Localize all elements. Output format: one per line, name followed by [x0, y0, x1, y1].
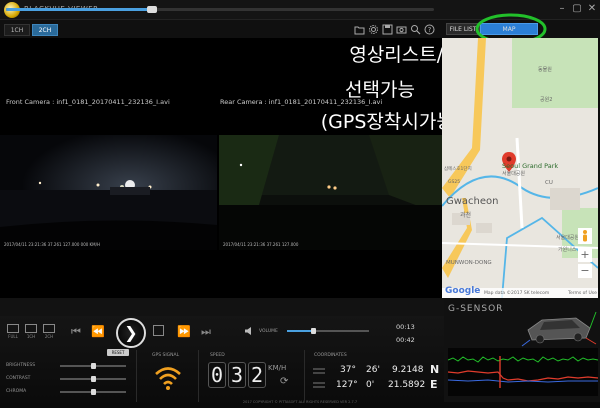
latitude-direction: N: [430, 363, 440, 376]
zoom-icon[interactable]: [410, 24, 421, 35]
svg-text:?: ?: [428, 26, 432, 34]
2ch-view-icon: [43, 324, 55, 333]
speed-label: SPEED: [210, 353, 225, 358]
speed-unit: KM/H: [268, 364, 287, 372]
longitude-seconds: 21.5892: [388, 380, 426, 390]
skip-end-icon[interactable]: ⏭: [198, 324, 214, 340]
volume-label: VOLUME: [259, 329, 278, 334]
gsensor-graph: [447, 348, 599, 396]
maximize-button[interactable]: ▢: [571, 3, 583, 15]
view-mode-full[interactable]: FULL: [6, 324, 20, 339]
speed-digit: 0: [208, 362, 226, 388]
front-video-overlay: 2017/04/11 23:21:36 37.261 127.000 000 K…: [4, 242, 100, 247]
longitude-direction: E: [430, 378, 438, 391]
rear-camera-video[interactable]: 2017/04/11 23:21:36 37.261 127.000: [219, 135, 442, 250]
folder-icon[interactable]: [354, 24, 365, 35]
full-view-icon: [7, 324, 19, 333]
map-place-label: Seoul Grand Park: [502, 162, 559, 170]
map-panel[interactable]: Seoul Grand Park 서울대공원 Gwacheon 과천 MUNWO…: [442, 38, 598, 298]
latitude-seconds: 9.2148: [392, 365, 424, 375]
gear-icon[interactable]: [368, 24, 379, 35]
terms-link[interactable]: Terms of Use: [568, 291, 597, 296]
channel-1-button[interactable]: 1CH: [4, 24, 30, 36]
front-camera-label: Front Camera : inf1_0181_20170411_232136…: [6, 98, 170, 106]
street-view-icon[interactable]: [578, 228, 592, 244]
latitude-degrees: 37°: [340, 365, 356, 375]
zoom-out-button[interactable]: −: [578, 264, 592, 278]
play-button[interactable]: ❯: [116, 318, 146, 348]
coordinates-icon: [313, 368, 325, 388]
current-time: 00:13: [396, 323, 415, 331]
map-footer: Google Map data ©2017 SK telecom Terms o…: [442, 286, 598, 298]
map-label-park2: 공원2: [540, 97, 553, 103]
google-logo: Google: [445, 286, 481, 296]
coordinates-label: COORDINATES: [314, 353, 347, 358]
gsensor-title: G-SENSOR: [448, 304, 504, 314]
map-label-garden: 가원니스: [558, 247, 577, 253]
seek-progress: [6, 8, 152, 11]
close-button[interactable]: ✕: [586, 3, 598, 15]
brightness-thumb[interactable]: [91, 363, 96, 369]
view-mode-2ch[interactable]: 2CH: [42, 324, 56, 339]
speed-digit: 2: [248, 362, 266, 388]
forward-icon[interactable]: ⏩: [176, 324, 192, 340]
brightness-label: BRIGHTNESS: [6, 363, 36, 368]
divider: [136, 350, 137, 402]
chroma-label: CHROMA: [6, 389, 27, 394]
car-3d-icon: [521, 311, 597, 347]
longitude-minutes: 0': [366, 380, 375, 390]
copyright-footer: 2017 COPYRIGHT © PITTASOFT ALL RIGHTS RE…: [242, 400, 358, 404]
skip-start-icon[interactable]: ⏮: [68, 324, 84, 340]
volume-level: [287, 330, 313, 332]
view-mode-1ch[interactable]: 1CH: [24, 324, 38, 339]
divider: [304, 350, 305, 402]
rear-camera-label: Rear Camera : inf1_0181_20170411_232136_…: [220, 98, 383, 106]
save-icon[interactable]: [382, 24, 393, 35]
map-label-park-kr: 서울대공원: [556, 235, 580, 241]
map-dong-label: MUNWON-DONG: [446, 260, 492, 266]
rewind-icon[interactable]: ⏪: [90, 324, 106, 340]
map-district-label: Gwacheon: [446, 196, 499, 207]
reset-button[interactable]: RESET: [107, 349, 129, 356]
map-district-kr-label: 과천: [460, 212, 472, 219]
map-data-credit: Map data ©2017 SK telecom: [484, 291, 550, 296]
help-icon[interactable]: ?: [424, 24, 435, 35]
unit-toggle-icon[interactable]: ⟳: [280, 376, 288, 387]
contrast-thumb[interactable]: [91, 376, 96, 382]
map-label-gs25: GS25: [448, 180, 461, 185]
map-label-cu: CU: [545, 180, 553, 186]
camera-icon[interactable]: [396, 24, 407, 35]
contrast-label: CONTRAST: [6, 376, 31, 381]
stop-button[interactable]: [153, 325, 164, 336]
gps-signal-label: GPS SIGNAL: [152, 353, 180, 358]
speaker-icon[interactable]: [244, 326, 254, 336]
latitude-minutes: 26': [366, 365, 380, 375]
longitude-degrees: 127°: [336, 380, 358, 390]
volume-thumb[interactable]: [311, 328, 316, 334]
front-camera-video[interactable]: 2017/04/11 23:21:36 37.261 127.000 000 K…: [0, 135, 217, 250]
map-label-complex: 삼메스호1단지: [444, 167, 472, 172]
1ch-view-icon: [25, 324, 37, 333]
wifi-signal-icon: [155, 367, 181, 390]
speed-digit: 3: [228, 362, 246, 388]
map-place-kr-label: 서울대공원: [502, 171, 526, 177]
map-label-zoo: 동물원: [538, 67, 552, 73]
seek-thumb[interactable]: [147, 6, 157, 13]
zoom-in-button[interactable]: +: [578, 248, 592, 262]
chroma-thumb[interactable]: [91, 389, 96, 395]
rear-video-overlay: 2017/04/11 23:21:36 37.261 127.000: [223, 242, 299, 247]
channel-2-button[interactable]: 2CH: [32, 24, 58, 36]
total-time: 00:42: [396, 336, 415, 344]
minimize-button[interactable]: –: [556, 3, 568, 15]
divider: [198, 350, 199, 402]
